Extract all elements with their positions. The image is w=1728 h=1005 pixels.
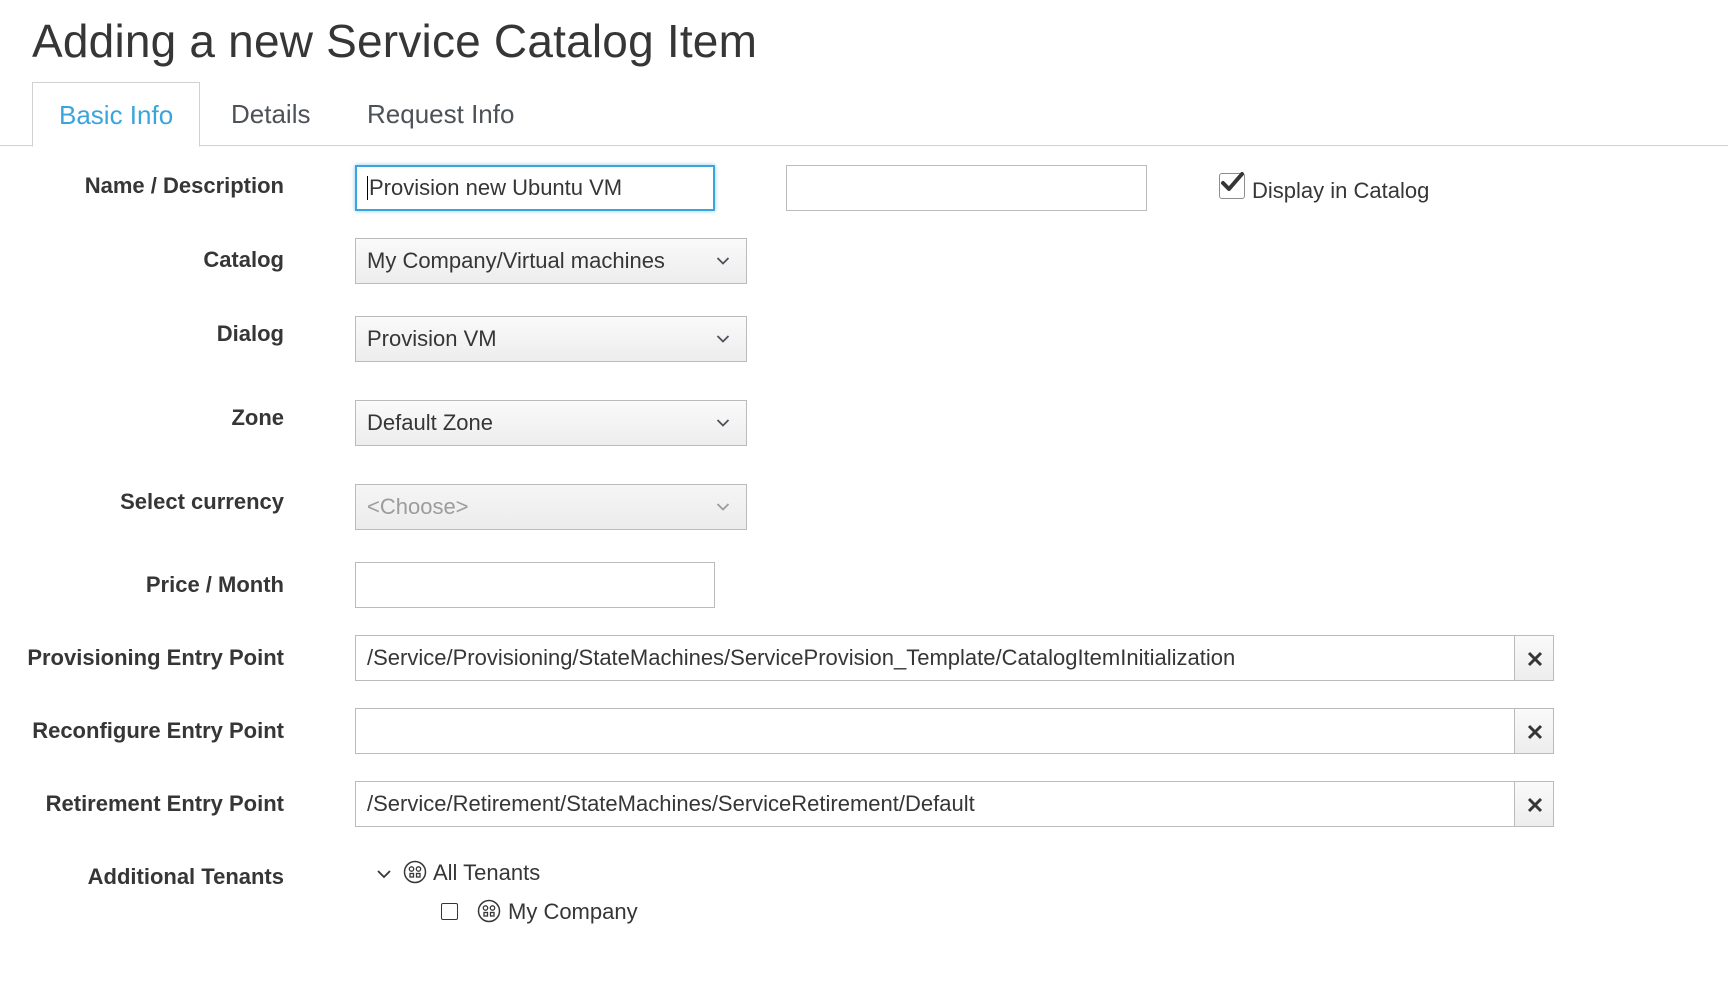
chevron-down-icon — [714, 317, 732, 361]
chevron-down-icon — [714, 239, 732, 283]
tree-node-all-tenants[interactable]: All Tenants — [433, 860, 540, 886]
name-input[interactable]: Provision new Ubuntu VM — [355, 165, 715, 211]
retirement-entry-point-value: /Service/Retirement/StateMachines/Servic… — [367, 791, 975, 816]
tenant-icon — [477, 899, 501, 923]
reconfigure-entry-point-label: Reconfigure Entry Point — [32, 718, 284, 743]
close-icon — [1527, 651, 1543, 667]
tab-basic-info[interactable]: Basic Info — [32, 82, 201, 147]
close-icon — [1527, 724, 1543, 740]
checkmark-icon — [1221, 172, 1244, 191]
text-caret — [367, 175, 368, 200]
currency-label: Select currency — [120, 489, 284, 514]
provisioning-entry-point-value: /Service/Provisioning/StateMachines/Serv… — [367, 645, 1236, 670]
chevron-down-icon — [714, 401, 732, 445]
tab-details[interactable]: Details — [205, 82, 336, 146]
tenant-icon — [403, 860, 427, 884]
tab-request-info[interactable]: Request Info — [341, 82, 540, 146]
tenant-my-company-checkbox[interactable] — [441, 903, 458, 920]
chevron-down-icon — [714, 485, 732, 529]
dialog-select[interactable]: Provision VM — [355, 316, 747, 362]
display-in-catalog-checkbox[interactable] — [1219, 172, 1245, 199]
provisioning-entry-point-label: Provisioning Entry Point — [27, 645, 284, 670]
catalog-select-value: My Company/Virtual machines — [367, 248, 665, 273]
provisioning-entry-point-input[interactable]: /Service/Provisioning/StateMachines/Serv… — [355, 635, 1515, 681]
zone-select[interactable]: Default Zone — [355, 400, 747, 446]
reconfigure-entry-point-input[interactable] — [355, 708, 1515, 754]
description-input[interactable] — [786, 165, 1147, 211]
tree-node-my-company[interactable]: My Company — [508, 899, 638, 925]
retirement-entry-point-label: Retirement Entry Point — [45, 791, 284, 816]
dialog-label: Dialog — [216, 321, 284, 346]
tab-bar: Basic Info Details Request Info — [0, 82, 1728, 147]
catalog-label: Catalog — [203, 247, 284, 272]
zone-label: Zone — [231, 405, 284, 430]
clear-retirement-entry-point-button[interactable] — [1514, 781, 1554, 827]
additional-tenants-label: Additional Tenants — [87, 864, 284, 889]
dialog-select-value: Provision VM — [367, 326, 497, 351]
price-month-label: Price / Month — [145, 572, 284, 597]
name-description-label: Name / Description — [84, 173, 284, 198]
display-in-catalog-label[interactable]: Display in Catalog — [1252, 178, 1429, 204]
zone-select-value: Default Zone — [367, 410, 493, 435]
currency-select[interactable]: <Choose> — [355, 484, 747, 530]
catalog-select[interactable]: My Company/Virtual machines — [355, 238, 747, 284]
clear-provisioning-entry-point-button[interactable] — [1514, 635, 1554, 681]
chevron-down-icon — [377, 870, 391, 879]
close-icon — [1527, 797, 1543, 813]
clear-reconfigure-entry-point-button[interactable] — [1514, 708, 1554, 754]
page-title: Adding a new Service Catalog Item — [32, 15, 758, 67]
currency-select-value: <Choose> — [367, 494, 469, 519]
price-month-input[interactable] — [355, 562, 715, 608]
tree-expand-toggle[interactable] — [376, 866, 392, 882]
retirement-entry-point-input[interactable]: /Service/Retirement/StateMachines/Servic… — [355, 781, 1515, 827]
name-input-value: Provision new Ubuntu VM — [369, 175, 623, 200]
